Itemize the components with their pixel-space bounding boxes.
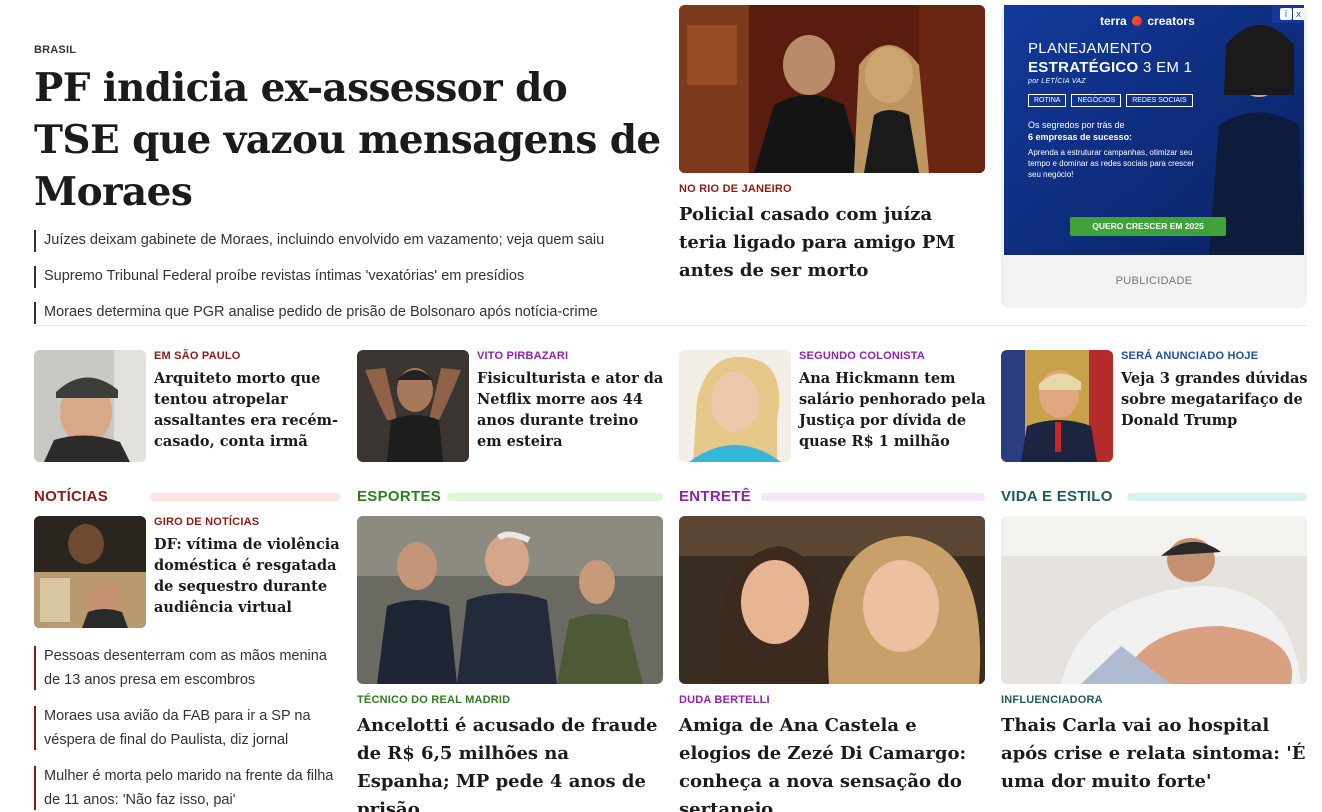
news-link[interactable]: Mulher é morta pelo marido na frente da … — [34, 764, 340, 812]
ad-headline-1: PLANEJAMENTO — [1028, 40, 1153, 57]
ad-brand-icon — [1132, 16, 1143, 26]
ad-tag: ROTINA — [1028, 94, 1067, 107]
small-card-thumb[interactable] — [357, 350, 469, 462]
section-header-noticias[interactable]: NOTÍCIAS — [34, 488, 340, 506]
feature-card[interactable]: NO RIO DE JANEIRO Policial casado com ju… — [679, 5, 985, 285]
ad-copy-3: Aprenda a estruturar campanhas, otimizar… — [1028, 148, 1195, 179]
news-kicker[interactable]: GIRO DE NOTÍCIAS — [154, 516, 344, 528]
news-link[interactable]: Pessoas desenterram com as mãos menina d… — [34, 644, 340, 692]
small-card[interactable]: EM SÃO PAULO Arquiteto morto que tentou … — [34, 350, 340, 462]
news-link[interactable]: Moraes usa avião da FAB para ir a SP na … — [34, 704, 340, 752]
svg-text:i: i — [1285, 10, 1288, 20]
small-card-title[interactable]: Arquiteto morto que tentou atropelar ass… — [154, 368, 344, 452]
ad-byline: por LETÍCIA VAZ — [1028, 78, 1086, 85]
ad-label: PUBLICIDADE — [1115, 275, 1193, 287]
section-header-entrete[interactable]: ENTRETÊ — [679, 488, 985, 506]
section-title[interactable]: ESPORTES — [357, 488, 448, 505]
big-card-image[interactable] — [679, 516, 985, 684]
big-card-image[interactable] — [1001, 516, 1307, 684]
section-bar — [447, 493, 663, 501]
small-card[interactable]: SERÁ ANUNCIADO HOJE Veja 3 grandes dúvid… — [1001, 350, 1308, 462]
small-card-kicker[interactable]: VITO PIRBAZARI — [477, 350, 667, 362]
news-column: GIRO DE NOTÍCIAS DF: vítima de violência… — [34, 516, 340, 812]
small-card-thumb[interactable] — [1001, 350, 1113, 462]
small-card[interactable]: SEGUNDO COLONISTA Ana Hickmann tem salár… — [679, 350, 986, 462]
section-bar — [1127, 493, 1307, 501]
main-headline: BRASIL PF indicia ex-assessor do TSE que… — [34, 44, 664, 338]
small-card-title[interactable]: Fisiculturista e ator da Netflix morre a… — [477, 368, 667, 452]
ad-creative[interactable]: i x terra creators PLANEJAMENTO ESTRATÉG… — [1004, 5, 1304, 255]
related-list: Juízes deixam gabinete de Moraes, inclui… — [34, 230, 664, 324]
small-card-title[interactable]: Ana Hickmann tem salário penhorado pela … — [799, 368, 989, 452]
ad-copy-2: 6 empresas de sucesso: — [1028, 132, 1133, 142]
ad-tag: NEGÓCIOS — [1071, 94, 1122, 107]
ad-headline: PLANEJAMENTO ESTRATÉGICO 3 EM 1 por LETÍ… — [1028, 39, 1192, 87]
related-link[interactable]: Moraes determina que PGR analise pedido … — [34, 302, 664, 324]
main-kicker[interactable]: BRASIL — [34, 44, 664, 56]
big-card-image[interactable] — [357, 516, 663, 684]
big-card[interactable]: TÉCNICO DO REAL MADRID Ancelotti é acusa… — [357, 516, 663, 812]
news-top-card[interactable]: GIRO DE NOTÍCIAS DF: vítima de violência… — [34, 516, 340, 628]
feature-kicker[interactable]: NO RIO DE JANEIRO — [679, 183, 985, 195]
big-card-kicker[interactable]: TÉCNICO DO REAL MADRID — [357, 694, 663, 706]
section-title[interactable]: VIDA E ESTILO — [1001, 488, 1119, 505]
feature-title[interactable]: Policial casado com juíza teria ligado p… — [679, 201, 985, 285]
news-title[interactable]: DF: vítima de violência doméstica é resg… — [154, 534, 344, 618]
small-card[interactable]: VITO PIRBAZARI Fisiculturista e ator da … — [357, 350, 663, 462]
ad-tag: REDES SOCIAIS — [1126, 94, 1193, 107]
small-card-thumb[interactable] — [679, 350, 791, 462]
big-card-title[interactable]: Amiga de Ana Castela e elogios de Zezé D… — [679, 712, 985, 812]
small-card-thumb[interactable] — [34, 350, 146, 462]
big-card-kicker[interactable]: DUDA BERTELLI — [679, 694, 985, 706]
section-header-vida[interactable]: VIDA E ESTILO — [1001, 488, 1307, 506]
section-title[interactable]: ENTRETÊ — [679, 488, 758, 505]
big-card-title[interactable]: Thais Carla vai ao hospital após crise e… — [1001, 712, 1307, 796]
section-bar — [150, 493, 340, 501]
ad-brand: terra creators — [1100, 14, 1195, 28]
ad-headline-3: 3 EM 1 — [1143, 59, 1193, 76]
ad-copy-1: Os segredos por trás de — [1028, 120, 1125, 130]
ad-tags: ROTINA NEGÓCIOS REDES SOCIAIS — [1028, 94, 1193, 107]
ad-headline-2: ESTRATÉGICO — [1028, 59, 1139, 76]
small-card-kicker[interactable]: EM SÃO PAULO — [154, 350, 344, 362]
big-card-kicker[interactable]: INFLUENCIADORA — [1001, 694, 1307, 706]
related-link[interactable]: Supremo Tribunal Federal proíbe revistas… — [34, 266, 664, 288]
section-title[interactable]: NOTÍCIAS — [34, 488, 115, 505]
news-list: Pessoas desenterram com as mãos menina d… — [34, 644, 340, 812]
section-bar — [761, 493, 985, 501]
big-card[interactable]: DUDA BERTELLI Amiga de Ana Castela e elo… — [679, 516, 985, 812]
svg-text:x: x — [1296, 10, 1302, 20]
ad-box: i x terra creators PLANEJAMENTO ESTRATÉG… — [1001, 5, 1307, 308]
section-divider — [34, 325, 1307, 326]
main-title[interactable]: PF indicia ex-assessor do TSE que vazou … — [34, 62, 664, 218]
big-card[interactable]: INFLUENCIADORA Thais Carla vai ao hospit… — [1001, 516, 1307, 796]
small-card-kicker[interactable]: SERÁ ANUNCIADO HOJE — [1121, 350, 1311, 362]
ad-cta-button[interactable]: QUERO CRESCER EM 2025 — [1070, 217, 1226, 236]
feature-image[interactable] — [679, 5, 985, 173]
related-link[interactable]: Juízes deixam gabinete de Moraes, inclui… — [34, 230, 664, 252]
ad-copy: Os segredos por trás de 6 empresas de su… — [1028, 119, 1208, 180]
big-card-title[interactable]: Ancelotti é acusado de fraude de R$ 6,5 … — [357, 712, 663, 812]
section-header-esportes[interactable]: ESPORTES — [357, 488, 663, 506]
small-card-title[interactable]: Veja 3 grandes dúvidas sobre megatarifaç… — [1121, 368, 1311, 431]
small-card-kicker[interactable]: SEGUNDO COLONISTA — [799, 350, 989, 362]
news-thumb[interactable] — [34, 516, 146, 628]
